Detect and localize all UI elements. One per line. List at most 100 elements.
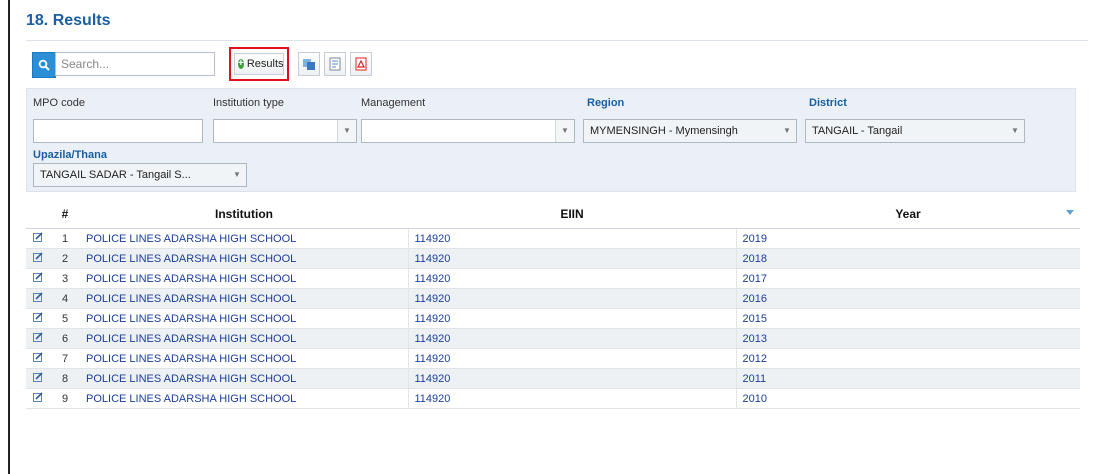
eiin-cell: 114920 [408, 348, 737, 369]
chevron-down-icon: ▼ [783, 126, 791, 135]
year-cell: 2018 [736, 248, 1080, 269]
toolbar: + Results [32, 47, 412, 81]
upazila-select[interactable]: TANGAIL SADAR - Tangail S... ▼ [33, 163, 247, 187]
edit-row-button[interactable] [26, 268, 50, 289]
edit-row-button[interactable] [26, 368, 50, 389]
institution-cell[interactable]: POLICE LINES ADARSHA HIGH SCHOOL [80, 268, 409, 289]
institution-cell[interactable]: POLICE LINES ADARSHA HIGH SCHOOL [80, 348, 409, 369]
table-row: 7 POLICE LINES ADARSHA HIGH SCHOOL 11492… [26, 348, 1080, 369]
chevron-down-icon: ▼ [233, 170, 241, 179]
management-select[interactable]: ▼ [361, 119, 575, 143]
institution-cell[interactable]: POLICE LINES ADARSHA HIGH SCHOOL [80, 308, 409, 329]
edit-row-button[interactable] [26, 288, 50, 309]
table-row: 9 POLICE LINES ADARSHA HIGH SCHOOL 11492… [26, 388, 1080, 409]
edit-icon [33, 352, 43, 362]
region-select[interactable]: MYMENSINGH - Mymensingh ▼ [583, 119, 797, 143]
refresh-icon [303, 59, 315, 70]
edit-icon [33, 312, 43, 322]
row-number: 5 [50, 308, 80, 329]
institution-cell[interactable]: POLICE LINES ADARSHA HIGH SCHOOL [80, 328, 409, 349]
edit-icon [33, 392, 43, 402]
year-cell: 2010 [736, 388, 1080, 409]
row-number: 1 [50, 228, 80, 249]
edit-row-button[interactable] [26, 328, 50, 349]
district-value: TANGAIL - Tangail [812, 125, 903, 137]
row-number: 8 [50, 368, 80, 389]
year-cell: 2019 [736, 228, 1080, 249]
eiin-cell: 114920 [408, 388, 737, 409]
edit-row-button[interactable] [26, 248, 50, 269]
edit-icon [33, 332, 43, 342]
institution-cell[interactable]: POLICE LINES ADARSHA HIGH SCHOOL [80, 248, 409, 269]
eiin-cell: 114920 [408, 328, 737, 349]
upazila-value: TANGAIL SADAR - Tangail S... [40, 169, 191, 181]
institution-cell[interactable]: POLICE LINES ADARSHA HIGH SCHOOL [80, 388, 409, 409]
table-row: 4 POLICE LINES ADARSHA HIGH SCHOOL 11492… [26, 288, 1080, 309]
institution-cell[interactable]: POLICE LINES ADARSHA HIGH SCHOOL [80, 228, 409, 249]
results-table: # Institution EIIN Year 1 POLICE LINES A… [26, 200, 1080, 409]
result-button[interactable]: + Results [234, 53, 284, 75]
edit-icon [33, 272, 43, 282]
eiin-cell: 114920 [408, 308, 737, 329]
filter-panel: MPO code Institution type ▼ Management ▼… [26, 88, 1076, 192]
region-value: MYMENSINGH - Mymensingh [590, 125, 738, 137]
year-cell: 2011 [736, 368, 1080, 389]
column-header-eiin[interactable]: EIIN [408, 200, 736, 229]
management-label: Management [361, 97, 426, 109]
edit-icon [33, 252, 43, 262]
column-header-year-label: Year [895, 207, 921, 221]
export-button[interactable] [324, 52, 346, 76]
row-number: 4 [50, 288, 80, 309]
institution-type-select[interactable]: ▼ [213, 119, 357, 143]
year-cell: 2017 [736, 268, 1080, 289]
mpo-code-label: MPO code [33, 97, 85, 109]
year-cell: 2015 [736, 308, 1080, 329]
row-number: 3 [50, 268, 80, 289]
column-header-number[interactable]: # [50, 200, 80, 229]
result-button-label: Results [246, 58, 284, 70]
edit-row-button[interactable] [26, 308, 50, 329]
search-input[interactable] [55, 52, 215, 76]
search-button[interactable] [32, 52, 56, 78]
edit-row-button[interactable] [26, 228, 50, 249]
column-header-institution[interactable]: Institution [80, 200, 408, 229]
sort-desc-icon [1066, 210, 1074, 215]
mpo-code-input[interactable] [33, 119, 203, 143]
table-row: 5 POLICE LINES ADARSHA HIGH SCHOOL 11492… [26, 308, 1080, 329]
table-row: 8 POLICE LINES ADARSHA HIGH SCHOOL 11492… [26, 368, 1080, 389]
row-number: 2 [50, 248, 80, 269]
year-cell: 2012 [736, 348, 1080, 369]
title-row: 18. Results [26, 6, 1088, 41]
eiin-cell: 114920 [408, 368, 737, 389]
eiin-cell: 114920 [408, 228, 737, 249]
search-icon [38, 59, 50, 71]
table-row: 2 POLICE LINES ADARSHA HIGH SCHOOL 11492… [26, 248, 1080, 269]
institution-cell[interactable]: POLICE LINES ADARSHA HIGH SCHOOL [80, 368, 409, 389]
result-button-highlight: + Results [229, 47, 289, 81]
edit-row-button[interactable] [26, 388, 50, 409]
district-label: District [809, 97, 847, 109]
refresh-button[interactable] [298, 52, 320, 76]
year-cell: 2013 [736, 328, 1080, 349]
table-row: 1 POLICE LINES ADARSHA HIGH SCHOOL 11492… [26, 228, 1080, 249]
year-cell: 2016 [736, 288, 1080, 309]
table-row: 3 POLICE LINES ADARSHA HIGH SCHOOL 11492… [26, 268, 1080, 289]
edit-icon [33, 292, 43, 302]
edit-column-header [26, 200, 50, 229]
district-select[interactable]: TANGAIL - Tangail ▼ [805, 119, 1025, 143]
row-number: 6 [50, 328, 80, 349]
column-header-year[interactable]: Year [736, 200, 1080, 229]
table-row: 6 POLICE LINES ADARSHA HIGH SCHOOL 11492… [26, 328, 1080, 349]
edit-icon [33, 372, 43, 382]
region-label: Region [587, 97, 625, 109]
edit-row-button[interactable] [26, 348, 50, 369]
institution-cell[interactable]: POLICE LINES ADARSHA HIGH SCHOOL [80, 288, 409, 309]
pdf-icon [355, 57, 367, 71]
plus-icon: + [238, 58, 244, 69]
eiin-cell: 114920 [408, 268, 737, 289]
row-number: 9 [50, 388, 80, 409]
eiin-cell: 114920 [408, 288, 737, 309]
pdf-button[interactable] [350, 52, 372, 76]
chevron-down-icon: ▼ [337, 120, 356, 142]
row-number: 7 [50, 348, 80, 369]
